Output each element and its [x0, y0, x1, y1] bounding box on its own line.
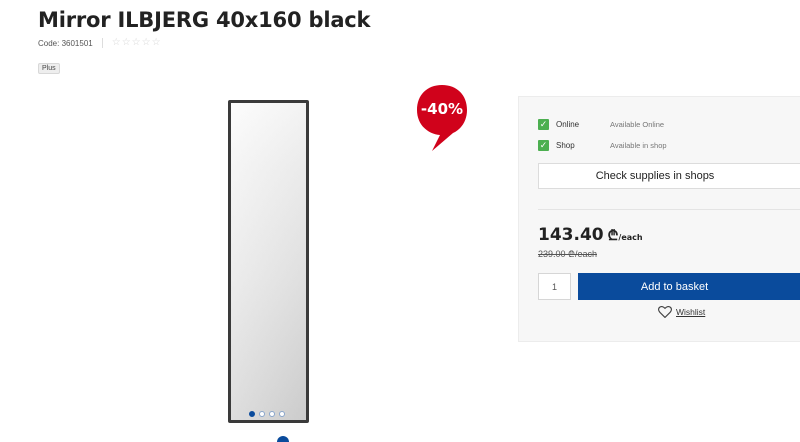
check-icon: ✓ — [538, 140, 549, 151]
product-meta: Code: 3601501 ☆ ☆ ☆ ☆ ☆ — [38, 38, 161, 48]
gallery-dot[interactable] — [279, 411, 285, 417]
heart-icon — [658, 306, 672, 318]
add-to-basket-button[interactable]: Add to basket — [578, 273, 800, 300]
star-icon: ☆ — [111, 37, 121, 48]
product-code: Code: 3601501 — [38, 38, 93, 48]
old-price: 239.00 ₾/each — [538, 249, 597, 259]
divider — [101, 38, 103, 48]
mirror-glass — [231, 103, 306, 420]
gallery-dot[interactable] — [259, 411, 265, 417]
star-icon: ☆ — [131, 37, 141, 48]
wishlist-label: Wishlist — [676, 307, 706, 317]
scroll-indicator[interactable] — [277, 436, 289, 442]
purchase-panel: ✓ Online Available Online ✓ Shop Availab… — [518, 96, 800, 342]
availability-online: ✓ Online Available Online — [538, 119, 664, 130]
check-icon: ✓ — [538, 119, 549, 130]
price-unit: /each — [618, 233, 643, 242]
discount-badge-text: -40% — [420, 100, 464, 118]
availability-status: Available in shop — [610, 141, 667, 150]
product-image[interactable] — [228, 100, 309, 423]
availability-shop: ✓ Shop Available in shop — [538, 140, 667, 151]
star-icon: ☆ — [121, 37, 131, 48]
star-icon: ☆ — [141, 37, 151, 48]
gallery-dot[interactable] — [249, 411, 255, 417]
product-tag: Plus — [38, 63, 60, 74]
currency-symbol: ₾ — [607, 228, 619, 244]
star-icon: ☆ — [151, 37, 161, 48]
page-title: Mirror ILBJERG 40x160 black — [38, 8, 371, 32]
rating-stars[interactable]: ☆ ☆ ☆ ☆ ☆ — [112, 38, 161, 48]
availability-label: Online — [556, 120, 580, 129]
gallery-dot[interactable] — [269, 411, 275, 417]
check-supplies-button[interactable]: Check supplies in shops — [538, 163, 800, 189]
wishlist-link[interactable]: Wishlist — [658, 306, 705, 318]
discount-badge-shape — [417, 85, 467, 151]
price: 143.40 ₾ /each — [538, 225, 643, 245]
quantity-input[interactable] — [538, 273, 571, 300]
availability-status: Available Online — [610, 120, 665, 129]
gallery-pagination — [249, 411, 285, 417]
price-value: 143.40 — [538, 225, 604, 245]
divider — [538, 209, 800, 210]
availability-label: Shop — [556, 141, 575, 150]
